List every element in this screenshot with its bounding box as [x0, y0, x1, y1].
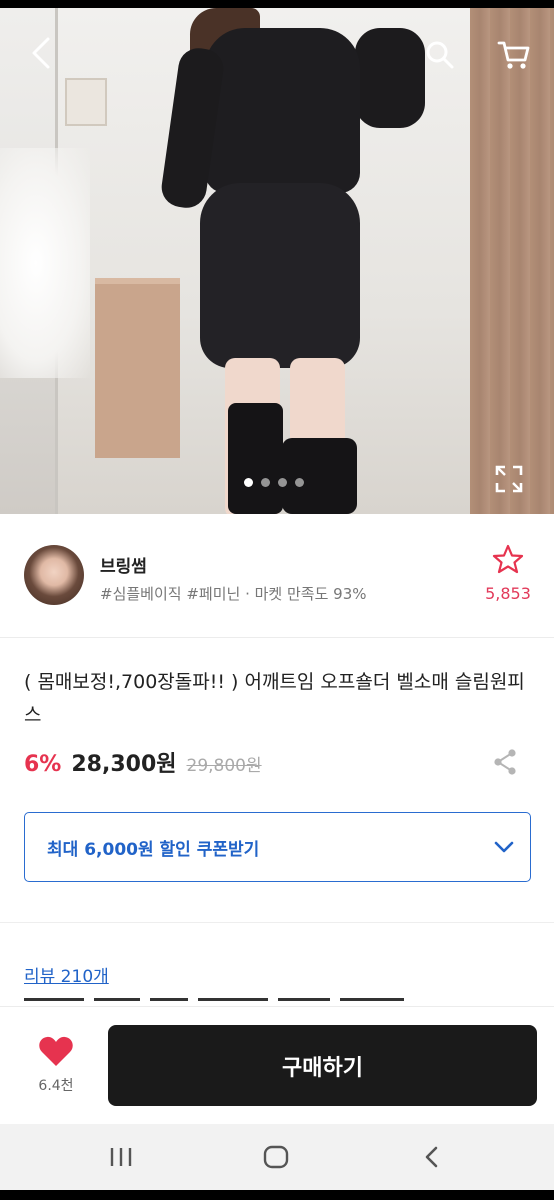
pager-dot[interactable]	[295, 478, 304, 487]
status-bar	[0, 0, 554, 8]
original-price: 29,800원	[186, 756, 262, 776]
price-row: 6% 28,300원 29,800원	[24, 746, 262, 778]
purchase-bar: 6.4천 구매하기	[0, 1006, 554, 1124]
share-button[interactable]	[492, 748, 518, 776]
back-button[interactable]	[28, 35, 56, 71]
pager-dot[interactable]	[278, 478, 287, 487]
cart-button[interactable]	[497, 38, 531, 72]
image-pager	[244, 478, 304, 487]
recents-icon	[110, 1148, 132, 1166]
discount-rate: 6%	[24, 752, 62, 777]
shop-info[interactable]: 브링썸 #심플베이직 #페미닌 · 마켓 만족도 93% 5,853	[0, 514, 554, 638]
shop-name[interactable]: 브링썸	[100, 552, 147, 577]
like-count: 6.4천	[38, 1078, 74, 1094]
coupon-label: 최대 6,000원 할인 쿠폰받기	[47, 839, 260, 860]
pager-dot[interactable]	[261, 478, 270, 487]
favorite-count: 5,853	[485, 584, 531, 603]
product-image[interactable]	[0, 8, 554, 514]
favorite-shop-button[interactable]: 5,853	[484, 544, 532, 608]
cart-icon	[497, 41, 530, 69]
search-icon	[426, 41, 454, 69]
heart-icon	[39, 1036, 73, 1066]
coupon-download-button[interactable]: 최대 6,000원 할인 쿠폰받기	[24, 812, 531, 882]
cut-off-text	[24, 998, 454, 1006]
home-icon	[263, 1145, 289, 1169]
expand-icon	[495, 465, 523, 493]
screen-bottom-edge	[0, 1190, 554, 1200]
chevron-left-icon	[425, 1146, 438, 1168]
section-divider	[0, 922, 554, 923]
shop-avatar[interactable]	[24, 545, 84, 605]
star-outline-icon	[492, 544, 524, 574]
pager-dot[interactable]	[244, 478, 253, 487]
sale-price: 28,300원	[71, 752, 177, 777]
chevron-left-icon	[32, 37, 50, 69]
system-nav-bar	[0, 1124, 554, 1190]
buy-button[interactable]: 구매하기	[108, 1025, 537, 1106]
like-button[interactable]: 6.4천	[30, 1035, 82, 1101]
recents-button[interactable]	[106, 1144, 136, 1170]
system-back-button[interactable]	[418, 1144, 448, 1170]
search-button[interactable]	[425, 40, 455, 70]
home-button[interactable]	[261, 1144, 291, 1170]
model-dress	[205, 28, 360, 193]
chevron-down-icon	[494, 841, 514, 853]
shop-tags: #심플베이직 #페미닌 · 마켓 만족도 93%	[100, 585, 367, 603]
reviews-link[interactable]: 리뷰 210개	[24, 962, 109, 987]
product-title: ( 몸매보정!,700장돌파!! ) 어깨트임 오프숄더 벨소매 슬림원피스	[24, 671, 525, 726]
expand-image-button[interactable]	[494, 464, 524, 494]
share-icon	[494, 749, 516, 775]
